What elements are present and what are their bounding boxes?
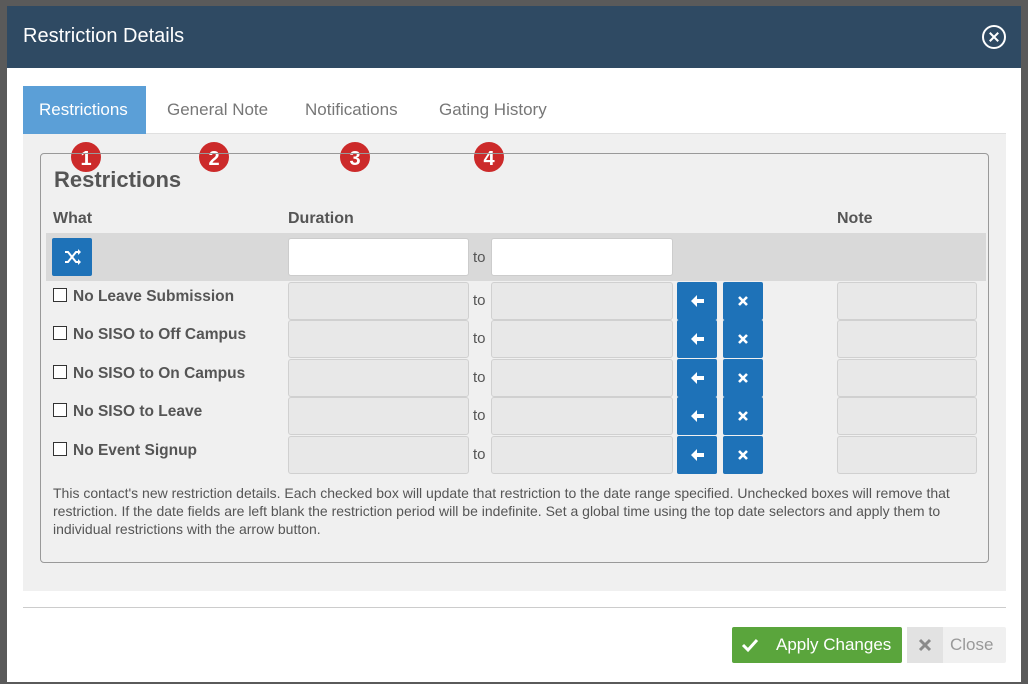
close-icon[interactable] <box>982 25 1006 49</box>
restriction-details-modal: Restriction Details Restrictions General… <box>7 6 1021 682</box>
modal-header: Restriction Details <box>7 6 1021 68</box>
row-label: No SISO to Leave <box>73 403 203 420</box>
from-date-field[interactable] <box>288 359 469 397</box>
restrictions-fieldset: Restrictions What Duration Note to No Le… <box>40 153 989 563</box>
modal-title: Restriction Details <box>23 25 185 47</box>
col-what: What <box>53 210 93 227</box>
to-label: to <box>473 330 486 347</box>
note-field[interactable] <box>837 359 977 397</box>
col-note: Note <box>837 210 873 227</box>
from-date-field[interactable] <box>288 320 469 358</box>
tab-gating-history[interactable]: Gating History <box>423 86 563 134</box>
to-label: to <box>473 292 486 309</box>
from-date-field[interactable] <box>288 282 469 320</box>
checkbox-leave-submission[interactable] <box>53 288 67 302</box>
apply-global-button[interactable] <box>677 320 717 358</box>
global-from-date[interactable] <box>288 238 469 276</box>
global-date-row: to <box>46 233 986 281</box>
arrow-left-icon <box>691 410 704 422</box>
clear-dates-button[interactable] <box>723 436 763 474</box>
footer-divider <box>23 607 1006 608</box>
restriction-row-siso-off-campus: No SISO to Off Campus to <box>41 320 988 358</box>
x-icon <box>738 296 748 306</box>
checkbox-siso-leave[interactable] <box>53 403 67 417</box>
x-icon <box>738 411 748 421</box>
apply-global-button[interactable] <box>677 397 717 435</box>
row-label: No SISO to On Campus <box>73 365 246 382</box>
arrow-left-icon <box>691 295 704 307</box>
x-icon <box>738 334 748 344</box>
checkbox-event-signup[interactable] <box>53 442 67 456</box>
clear-dates-button[interactable] <box>723 282 763 320</box>
tab-restrictions[interactable]: Restrictions <box>23 86 146 134</box>
restriction-row-siso-leave: No SISO to Leave to <box>41 397 988 435</box>
from-date-field[interactable] <box>288 397 469 435</box>
close-label: Close <box>950 635 994 654</box>
to-date-field[interactable] <box>491 282 673 320</box>
close-button[interactable]: Close <box>907 627 1006 663</box>
restriction-row-siso-on-campus: No SISO to On Campus to <box>41 359 988 397</box>
apply-global-button[interactable] <box>677 359 717 397</box>
checkbox-siso-on-campus[interactable] <box>53 365 67 379</box>
apply-changes-label: Apply Changes <box>776 635 892 654</box>
x-icon <box>907 627 943 663</box>
clear-dates-button[interactable] <box>723 397 763 435</box>
arrow-left-icon <box>691 372 704 384</box>
to-label: to <box>473 407 486 424</box>
clear-dates-button[interactable] <box>723 359 763 397</box>
apply-global-button[interactable] <box>677 436 717 474</box>
restriction-row-event-signup: No Event Signup to <box>41 436 988 474</box>
tab-panel: Restrictions General Note Notifications … <box>23 86 1006 591</box>
to-date-field[interactable] <box>491 436 673 474</box>
arrow-left-icon <box>691 449 704 461</box>
shuffle-icon <box>65 249 81 265</box>
restriction-row-leave-submission: No Leave Submission to <box>41 282 988 320</box>
clear-dates-button[interactable] <box>723 320 763 358</box>
to-date-field[interactable] <box>491 320 673 358</box>
from-date-field[interactable] <box>288 436 469 474</box>
shuffle-button[interactable] <box>52 238 92 276</box>
section-title: Restrictions <box>54 167 182 192</box>
tab-bar: Restrictions General Note Notifications … <box>23 86 1006 134</box>
col-duration: Duration <box>288 210 354 227</box>
tab-general-note[interactable]: General Note <box>151 86 284 134</box>
x-icon <box>738 450 748 460</box>
to-label: to <box>473 369 486 386</box>
apply-global-button[interactable] <box>677 282 717 320</box>
help-text: This contact's new restriction details. … <box>53 485 950 537</box>
to-label: to <box>473 446 486 463</box>
note-field[interactable] <box>837 282 977 320</box>
to-date-field[interactable] <box>491 397 673 435</box>
checkbox-siso-off-campus[interactable] <box>53 326 67 340</box>
row-label: No Event Signup <box>73 442 197 459</box>
row-label: No Leave Submission <box>73 288 235 305</box>
global-to-date[interactable] <box>491 238 673 276</box>
note-field[interactable] <box>837 397 977 435</box>
tab-notifications[interactable]: Notifications <box>289 86 414 134</box>
check-icon <box>741 638 759 653</box>
apply-changes-button[interactable]: Apply Changes <box>732 627 902 663</box>
arrow-left-icon <box>691 333 704 345</box>
global-to-label: to <box>473 249 486 266</box>
note-field[interactable] <box>837 320 977 358</box>
note-field[interactable] <box>837 436 977 474</box>
x-icon <box>738 373 748 383</box>
row-label: No SISO to Off Campus <box>73 326 247 343</box>
to-date-field[interactable] <box>491 359 673 397</box>
